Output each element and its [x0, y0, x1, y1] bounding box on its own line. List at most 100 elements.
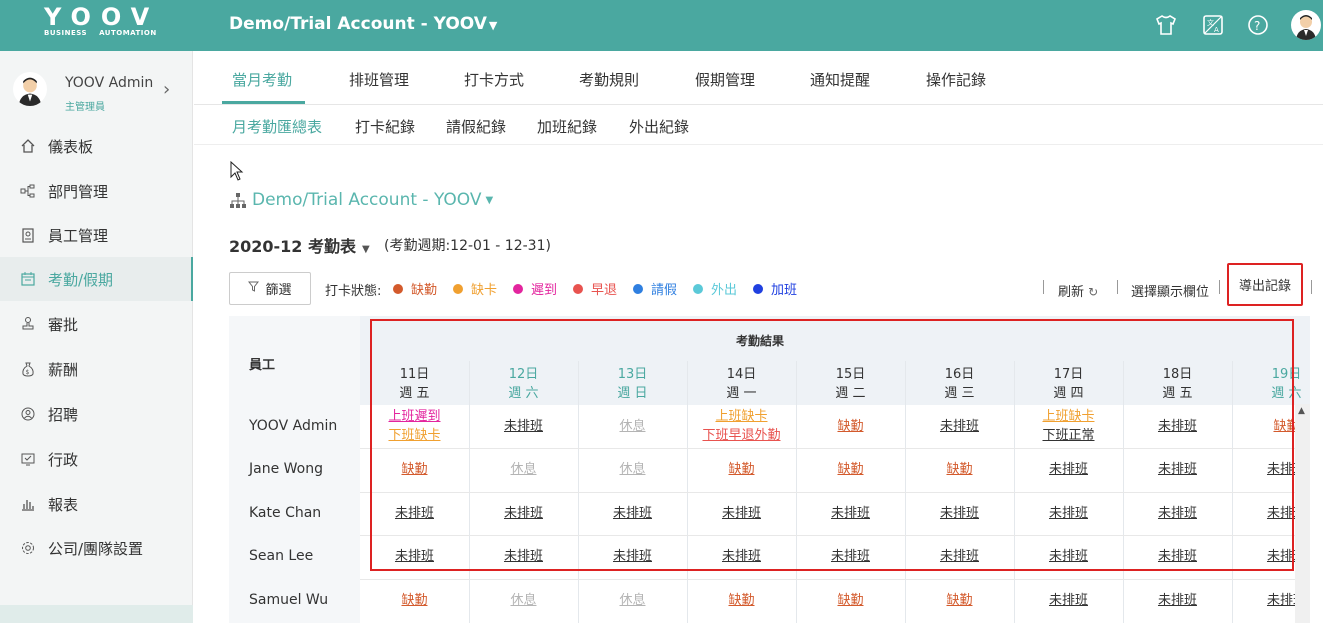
sidebar-item-label: 報表 — [48, 495, 79, 514]
tab-sub-1[interactable]: 月考勤匯總表 — [232, 116, 322, 137]
attendance-cell[interactable]: 缺勤 — [687, 591, 796, 610]
user-profile[interactable]: YOOV Admin 主管理員 › — [0, 61, 193, 121]
user-avatar-icon[interactable] — [1291, 10, 1321, 40]
caret-down-icon: ▼ — [485, 194, 494, 206]
period-range: (考勤週期:12-01 - 12-31) — [384, 238, 551, 254]
user-avatar-icon — [13, 72, 47, 106]
help-icon[interactable]: ? — [1244, 11, 1272, 39]
legend-item: 缺勤 — [393, 279, 437, 298]
legend-label: 外出 — [711, 283, 738, 298]
sidebar-item-label: 招聘 — [48, 405, 79, 424]
svg-text:文: 文 — [1207, 18, 1214, 27]
account-name: Demo/Trial Account - YOOV — [229, 14, 487, 34]
attendance-cell[interactable]: 休息 — [578, 591, 687, 610]
tab-main-6[interactable]: 通知提醒 — [810, 69, 870, 90]
legend-label: 遲到 — [531, 283, 558, 298]
caret-down-icon: ▼ — [362, 244, 370, 255]
attendance-status[interactable]: 缺勤 — [401, 593, 427, 608]
employee-name: Kate Chan — [249, 505, 322, 521]
filter-button[interactable]: 篩選 — [229, 272, 311, 305]
attendance-status[interactable]: 休息 — [619, 593, 645, 608]
export-records-button[interactable]: 導出記錄 — [1227, 263, 1303, 306]
active-tab-indicator — [222, 101, 305, 104]
legend-item: 缺卡 — [453, 279, 497, 298]
sidebar-item-9[interactable]: 報表 — [0, 482, 193, 526]
export-label: 導出記錄 — [1238, 279, 1291, 294]
sidebar-item-8[interactable]: 行政 — [0, 437, 193, 481]
mouse-cursor-icon — [230, 160, 244, 185]
main-tabs: 當月考勤 排班管理 打卡方式 考勤規則 假期管理 通知提醒 操作記錄 — [194, 51, 1323, 105]
legend-item: 遲到 — [513, 279, 557, 298]
tab-sub-3[interactable]: 請假紀錄 — [446, 116, 506, 137]
svg-text:A: A — [1214, 26, 1219, 34]
employee-name: Samuel Wu — [249, 592, 329, 608]
tab-sub-2[interactable]: 打卡紀錄 — [355, 116, 415, 137]
tab-main-5[interactable]: 假期管理 — [695, 69, 755, 90]
tab-main-4[interactable]: 考勤規則 — [579, 69, 639, 90]
sub-tabs: 月考勤匯總表 打卡紀錄 請假紀錄 加班紀錄 外出紀錄 — [194, 105, 1323, 145]
highlight-box — [370, 319, 1294, 571]
sidebar-item-7[interactable]: 招聘 — [0, 392, 193, 436]
sidebar-item-10[interactable]: 公司/團隊設置 — [0, 526, 193, 570]
separator — [1117, 280, 1118, 294]
refresh-label: 刷新 — [1058, 285, 1085, 300]
refresh-button[interactable]: 刷新 ↻ — [1058, 281, 1098, 300]
attendance-status[interactable]: 缺勤 — [728, 593, 754, 608]
select-columns-button[interactable]: 選擇顯示欄位 — [1131, 281, 1209, 300]
sidebar-item-label: 薪酬 — [48, 360, 79, 379]
sidebar-item-5[interactable]: 審批 — [0, 302, 193, 346]
sidebar-item-6[interactable]: $ 薪酬 — [0, 347, 193, 391]
org-selector[interactable]: Demo/Trial Account - YOOV ▼ — [229, 190, 493, 210]
yoov-logo[interactable]: YOOV BUSINESS AUTOMATION — [44, 3, 160, 43]
attendance-status[interactable]: 未排班 — [1158, 593, 1197, 608]
attendance-cell[interactable]: 未排班 — [1123, 591, 1232, 610]
caret-down-icon: ▼ — [488, 19, 498, 32]
attendance-status[interactable]: 缺勤 — [946, 593, 972, 608]
tab-sub-5[interactable]: 外出紀錄 — [629, 116, 689, 137]
legend-dot-icon — [633, 283, 643, 294]
attendance-cell[interactable]: 未排班 — [1014, 591, 1123, 610]
admin-icon — [20, 451, 48, 467]
language-icon[interactable]: 文A — [1199, 11, 1227, 39]
period-selector[interactable]: 2020-12 考勤表 ▼ — [229, 233, 370, 257]
tab-main-7[interactable]: 操作記錄 — [926, 69, 986, 90]
top-bar: YOOV BUSINESS AUTOMATION Demo/Trial Accou… — [0, 0, 1323, 51]
sidebar-item-4[interactable]: 考勤/假期 — [0, 257, 193, 301]
attendance-status[interactable]: 休息 — [510, 593, 536, 608]
refresh-icon: ↻ — [1088, 285, 1099, 299]
employee-name: Sean Lee — [249, 548, 314, 564]
attendance-cell[interactable]: 缺勤 — [905, 591, 1014, 610]
attendance-cell[interactable]: 休息 — [469, 591, 578, 610]
tshirt-icon[interactable] — [1152, 11, 1180, 39]
attendance-cell[interactable]: 缺勤 — [360, 591, 469, 610]
vertical-scrollbar[interactable]: ▲ — [1295, 404, 1310, 623]
home-icon — [20, 138, 48, 154]
legend-label: 缺卡 — [471, 283, 498, 298]
sidebar-item-label: 行政 — [48, 450, 79, 469]
attendance-status[interactable]: 未排班 — [1049, 593, 1088, 608]
logo-text: YOOV — [44, 3, 160, 31]
sidebar-item-label: 部門管理 — [48, 182, 109, 201]
tab-main-3[interactable]: 打卡方式 — [464, 69, 524, 90]
attendance-status[interactable]: 缺勤 — [837, 593, 863, 608]
org-chart-icon — [20, 183, 48, 199]
legend-dot-icon — [573, 283, 583, 294]
legend-item: 外出 — [693, 279, 737, 298]
chevron-right-icon[interactable]: › — [163, 79, 170, 100]
sidebar-item-1[interactable]: 儀表板 — [0, 124, 193, 168]
filter-label: 篩選 — [265, 283, 292, 298]
sidebar-item-3[interactable]: 員工管理 — [0, 213, 193, 257]
scroll-up-icon[interactable]: ▲ — [1298, 406, 1305, 416]
legend-label: 請假 — [651, 283, 678, 298]
account-switcher[interactable]: Demo/Trial Account - YOOV ▼ — [229, 14, 497, 34]
logo-subtitle-right: AUTOMATION — [99, 29, 157, 37]
separator — [1043, 280, 1044, 294]
attendance-cell[interactable]: 缺勤 — [796, 591, 905, 610]
legend-dot-icon — [393, 283, 403, 294]
sidebar-item-label: 考勤/假期 — [48, 270, 114, 289]
tab-main-2[interactable]: 排班管理 — [349, 69, 409, 90]
sidebar-item-2[interactable]: 部門管理 — [0, 169, 193, 213]
tab-main-1[interactable]: 當月考勤 — [232, 69, 292, 90]
sidebar-item-label: 儀表板 — [48, 137, 94, 156]
tab-sub-4[interactable]: 加班紀錄 — [537, 116, 597, 137]
